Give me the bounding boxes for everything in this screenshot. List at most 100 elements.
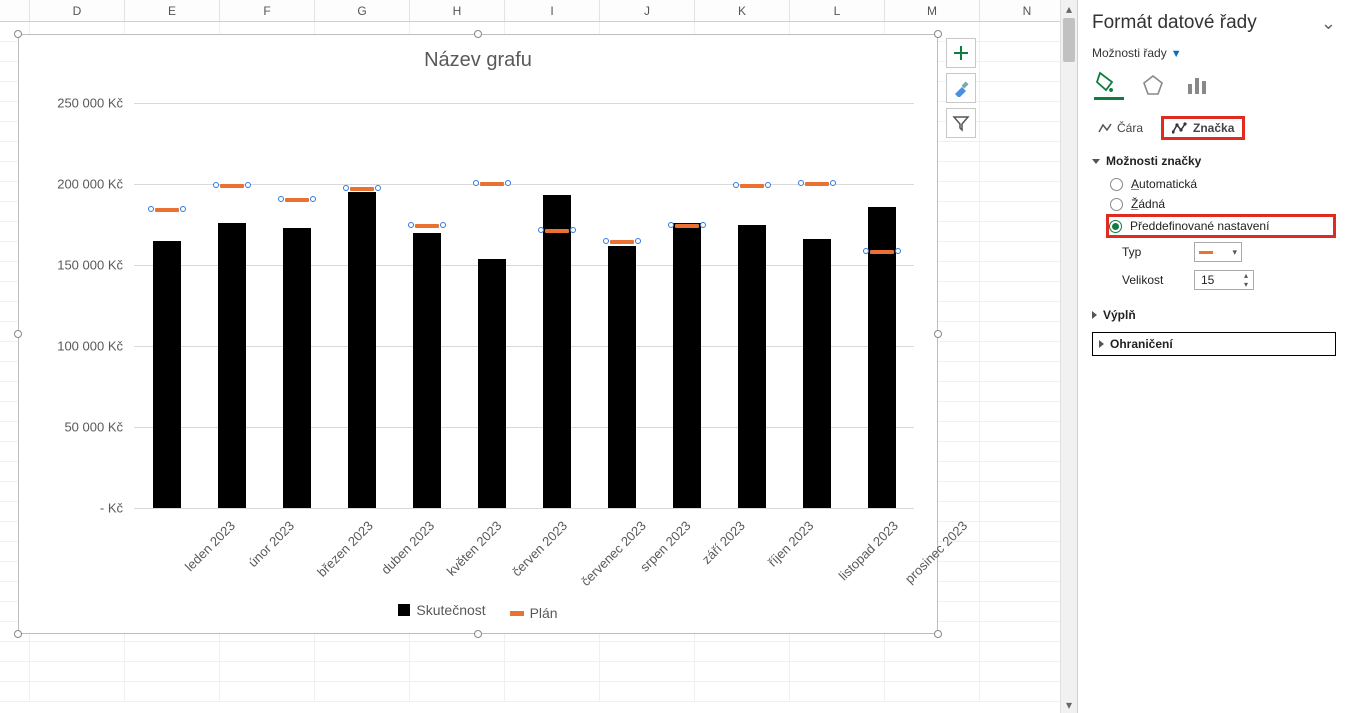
bar[interactable] — [413, 233, 441, 508]
bar[interactable] — [608, 246, 636, 508]
resize-handle[interactable] — [934, 330, 942, 338]
legend-label: Skutečnost — [416, 602, 485, 618]
pane-options-chevron[interactable]: ⌄ — [1321, 13, 1336, 34]
plan-marker[interactable] — [281, 195, 313, 205]
bar[interactable] — [478, 259, 506, 508]
col-header-H[interactable]: H — [410, 0, 505, 21]
plan-marker[interactable] — [541, 226, 573, 236]
scroll-thumb[interactable] — [1063, 18, 1075, 62]
chart-styles-button[interactable] — [946, 73, 976, 103]
tab-marker[interactable]: Značka — [1161, 116, 1245, 140]
resize-handle[interactable] — [474, 30, 482, 38]
resize-handle[interactable] — [934, 630, 942, 638]
chevron-right-icon — [1092, 311, 1097, 319]
marker-icon — [1172, 122, 1188, 134]
col-header-D[interactable]: D — [30, 0, 125, 21]
plan-marker[interactable] — [671, 221, 703, 231]
category-icons — [1094, 70, 1336, 100]
section-border[interactable]: Ohraničení — [1092, 332, 1336, 356]
plan-marker[interactable] — [866, 247, 898, 257]
y-tick-label: 100 000 Kč — [57, 339, 123, 354]
scroll-down-arrow[interactable]: ▾ — [1061, 696, 1077, 713]
bar[interactable] — [348, 192, 376, 508]
plan-marker[interactable] — [216, 181, 248, 191]
scroll-up-arrow[interactable]: ▴ — [1061, 0, 1077, 17]
x-tick-label: červenec 2023 — [577, 518, 648, 589]
bar[interactable] — [543, 195, 571, 508]
bar[interactable] — [673, 223, 701, 508]
col-header[interactable] — [0, 0, 30, 21]
plan-marker[interactable] — [151, 205, 183, 215]
x-axis[interactable]: leden 2023únor 2023březen 2023duben 2023… — [134, 510, 914, 610]
tab-marker-label: Značka — [1193, 121, 1234, 135]
radio-icon — [1109, 220, 1122, 233]
chart-title[interactable]: Název grafu — [19, 35, 937, 80]
section-label: Výplň — [1103, 308, 1136, 322]
col-header-M[interactable]: M — [885, 0, 980, 21]
y-tick-label: 50 000 Kč — [64, 420, 123, 435]
resize-handle[interactable] — [14, 30, 22, 38]
plot-area[interactable] — [134, 103, 914, 508]
bar[interactable] — [283, 228, 311, 508]
plan-marker[interactable] — [476, 179, 508, 189]
series-options-category-icon[interactable] — [1182, 70, 1212, 100]
vertical-scrollbar[interactable]: ▴ ▾ — [1060, 0, 1077, 713]
radio-preset[interactable]: Předdefinované nastavení — [1106, 214, 1336, 238]
spinner-up[interactable]: ▴ — [1240, 271, 1252, 280]
x-tick-label: duben 2023 — [378, 518, 437, 577]
marker-type-preview — [1199, 251, 1213, 254]
bar[interactable] — [803, 239, 831, 508]
plan-marker[interactable] — [801, 179, 833, 189]
type-label: Typ — [1122, 245, 1178, 259]
worksheet-area: D E F G H I J K L M N Název grafu - Kč50… — [0, 0, 1078, 713]
section-marker-options[interactable]: Možnosti značky — [1092, 154, 1336, 168]
chart-object[interactable]: Název grafu - Kč50 000 Kč100 000 Kč150 0… — [18, 34, 938, 634]
legend-swatch — [510, 611, 524, 616]
section-fill[interactable]: Výplň — [1092, 308, 1336, 322]
x-tick-label: březen 2023 — [314, 518, 376, 580]
spinner-down[interactable]: ▾ — [1240, 280, 1252, 289]
plan-marker[interactable] — [346, 184, 378, 194]
bar[interactable] — [738, 225, 766, 509]
radio-icon — [1110, 198, 1123, 211]
column-headers: D E F G H I J K L M N — [0, 0, 1077, 22]
effects-category-icon[interactable] — [1138, 70, 1168, 100]
radio-automatic[interactable]: Automatická — [1092, 174, 1336, 194]
chart-quick-tools — [946, 38, 976, 143]
fill-line-category-icon[interactable] — [1094, 70, 1124, 100]
col-header-L[interactable]: L — [790, 0, 885, 21]
plan-marker[interactable] — [606, 237, 638, 247]
col-header-G[interactable]: G — [315, 0, 410, 21]
series-options-dropdown[interactable]: Možnosti řady▼ — [1092, 46, 1336, 60]
legend-item-skutecnost[interactable]: Skutečnost — [398, 602, 485, 618]
radio-icon — [1110, 178, 1123, 191]
resize-handle[interactable] — [934, 30, 942, 38]
col-header-J[interactable]: J — [600, 0, 695, 21]
marker-type-dropdown[interactable]: ▾ — [1194, 242, 1242, 262]
x-tick-label: září 2023 — [698, 518, 747, 567]
col-header-K[interactable]: K — [695, 0, 790, 21]
chart-filters-button[interactable] — [946, 108, 976, 138]
bar[interactable] — [218, 223, 246, 508]
y-axis[interactable]: - Kč50 000 Kč100 000 Kč150 000 Kč200 000… — [19, 103, 129, 508]
col-header-E[interactable]: E — [125, 0, 220, 21]
radio-none[interactable]: Žádná — [1092, 194, 1336, 214]
bar[interactable] — [153, 241, 181, 508]
chart-legend[interactable]: Skutečnost Plán — [19, 602, 937, 622]
chart-elements-button[interactable] — [946, 38, 976, 68]
plan-marker[interactable] — [411, 221, 443, 231]
tab-line[interactable]: Čára — [1092, 118, 1149, 138]
marker-size-input[interactable]: 15 ▴ ▾ — [1194, 270, 1254, 290]
resize-handle[interactable] — [474, 630, 482, 638]
x-tick-label: leden 2023 — [181, 518, 237, 574]
resize-handle[interactable] — [14, 630, 22, 638]
x-tick-label: říjen 2023 — [764, 518, 815, 569]
col-header-I[interactable]: I — [505, 0, 600, 21]
legend-label: Plán — [530, 605, 558, 621]
chevron-down-icon — [1092, 159, 1100, 164]
radio-label-rest: utomatická — [1139, 177, 1197, 191]
plan-marker[interactable] — [736, 181, 768, 191]
col-header-F[interactable]: F — [220, 0, 315, 21]
legend-item-plan[interactable]: Plán — [510, 605, 558, 621]
format-pane: Formát datové řady ⌄ Možnosti řady▼ Čára… — [1078, 0, 1350, 713]
